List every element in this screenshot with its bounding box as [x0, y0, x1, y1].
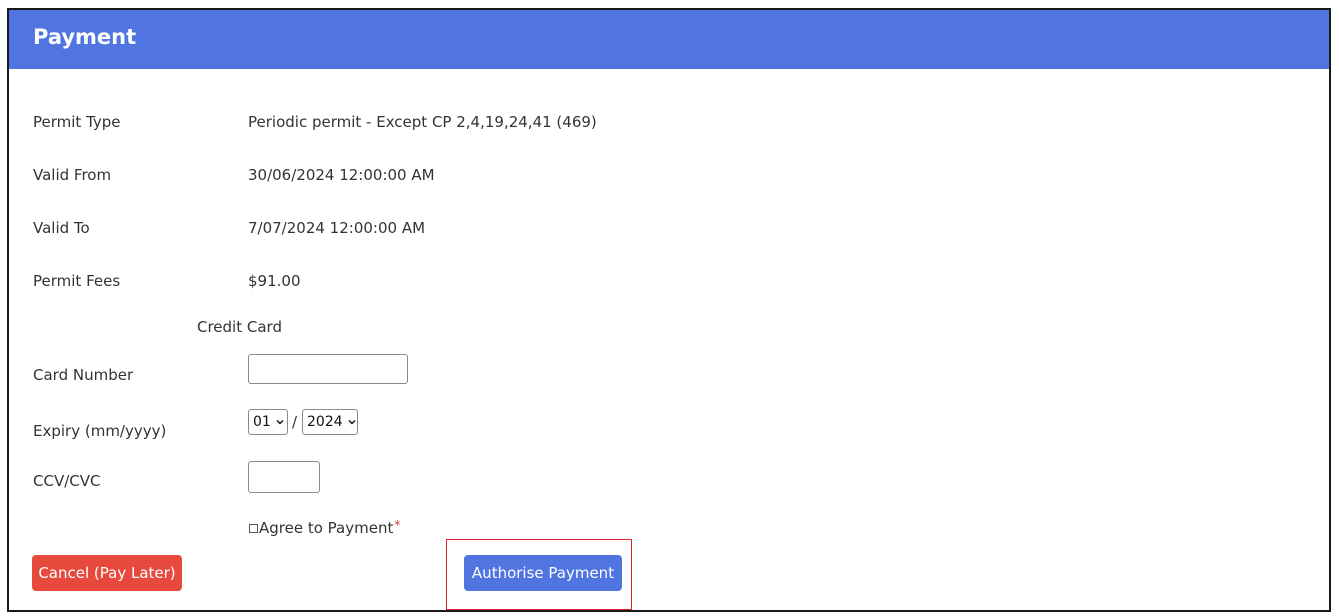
permit-fees-value: $91.00: [248, 272, 301, 290]
expiry-separator: /: [292, 413, 298, 431]
expiry-year-value: 2024: [307, 414, 343, 430]
ccv-input[interactable]: [248, 461, 320, 493]
panel-header: Payment: [9, 10, 1329, 69]
ccv-label: CCV/CVC: [33, 472, 101, 490]
permit-fees-label: Permit Fees: [33, 272, 121, 290]
cancel-pay-later-button[interactable]: Cancel (Pay Later): [32, 555, 182, 591]
expiry-label: Expiry (mm/yyyy): [33, 422, 167, 440]
chevron-down-icon: [348, 420, 356, 425]
valid-from-label: Valid From: [33, 166, 112, 184]
expiry-year-select[interactable]: 2024: [302, 409, 358, 435]
permit-type-label: Permit Type: [33, 113, 121, 131]
required-marker: *: [394, 518, 401, 532]
payment-panel: Payment Permit Type Periodic permit - Ex…: [7, 8, 1331, 612]
credit-card-heading: Credit Card: [197, 318, 282, 336]
agree-checkbox[interactable]: [249, 524, 258, 533]
chevron-down-icon: [276, 420, 284, 425]
valid-to-label: Valid To: [33, 219, 90, 237]
page-title: Payment: [33, 25, 137, 49]
valid-to-value: 7/07/2024 12:00:00 AM: [248, 219, 426, 237]
valid-from-value: 30/06/2024 12:00:00 AM: [248, 166, 435, 184]
card-number-input[interactable]: [248, 354, 408, 384]
agree-to-payment[interactable]: Agree to Payment *: [249, 518, 401, 537]
authorise-payment-button[interactable]: Authorise Payment: [464, 555, 622, 591]
card-number-label: Card Number: [33, 366, 134, 384]
expiry-month-value: 01: [253, 414, 271, 430]
permit-type-value: Periodic permit - Except CP 2,4,19,24,41…: [248, 113, 597, 131]
expiry-month-select[interactable]: 01: [248, 409, 288, 435]
agree-label: Agree to Payment: [259, 519, 394, 537]
